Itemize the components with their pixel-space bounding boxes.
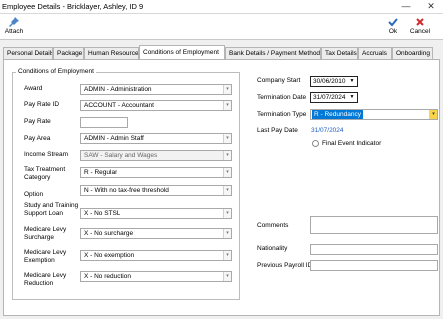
option-dropdown[interactable]: N - With no tax-free threshold ▾ — [80, 185, 232, 196]
minimize-button[interactable]: — — [394, 0, 418, 14]
award-dropdown[interactable]: ADMIN - Administration ▾ — [80, 84, 232, 95]
pay-area-label: Pay Area — [24, 135, 51, 142]
pay-area-value: ADMIN - Admin Staff — [84, 135, 144, 142]
tab-onboarding[interactable]: Onboarding — [392, 47, 433, 59]
option-value: N - With no tax-free threshold — [84, 187, 169, 194]
dropdown-arrow-icon: ▾ — [223, 209, 231, 218]
dropdown-arrow-icon: ▾ — [223, 251, 231, 260]
check-icon — [383, 16, 403, 28]
dropdown-arrow-icon: ▾ — [223, 229, 231, 238]
cancel-label: Cancel — [409, 28, 431, 35]
comments-input[interactable] — [310, 216, 438, 234]
termination-type-label: Termination Type — [257, 111, 307, 118]
dropdown-arrow-icon: ▾ — [429, 110, 437, 119]
income-stream-value: SAW - Salary and Wages — [84, 152, 158, 159]
income-stream-label: Income Stream — [24, 151, 69, 158]
termination-date-picker[interactable]: 31/07/2024 ▼ — [310, 92, 358, 103]
company-start-label: Company Start — [257, 77, 301, 84]
dropdown-arrow-icon: ▾ — [223, 151, 231, 160]
tax-treatment-label: Tax Treatment Category — [24, 166, 66, 181]
calendar-dropdown-icon: ▼ — [349, 94, 355, 100]
medicare-surcharge-value: X - No surcharge — [84, 230, 134, 237]
stsl-dropdown[interactable]: X - No STSL ▾ — [80, 208, 232, 219]
tax-treatment-value: R - Regular — [84, 169, 118, 176]
tab-package[interactable]: Package — [53, 47, 84, 59]
medicare-exemption-label: Medicare Levy Exemption — [24, 249, 67, 264]
nationality-label: Nationality — [257, 245, 288, 252]
pay-rate-input[interactable] — [80, 117, 128, 128]
comments-label: Comments — [257, 222, 289, 229]
stsl-label: Study and Training Support Loan — [24, 202, 79, 217]
termination-type-value: R - Redundancy — [312, 110, 363, 119]
close-x-icon — [407, 16, 433, 28]
medicare-exemption-value: X - No exemption — [84, 252, 135, 259]
pay-rate-label: Pay Rate — [24, 118, 51, 125]
tab-strip: Personal Details Package Human Resource … — [0, 45, 443, 59]
tab-conditions-of-employment[interactable]: Conditions of Employment — [139, 45, 225, 59]
dropdown-arrow-icon: ▾ — [223, 272, 231, 281]
tab-tax-details[interactable]: Tax Details — [321, 47, 358, 59]
dropdown-arrow-icon: ▾ — [223, 85, 231, 94]
nationality-input[interactable] — [310, 244, 438, 255]
tax-treatment-dropdown[interactable]: R - Regular ▾ — [80, 167, 232, 178]
pin-icon — [3, 16, 25, 28]
termination-date-label: Termination Date — [257, 94, 307, 101]
termination-type-dropdown[interactable]: R - Redundancy ▾ — [310, 109, 438, 120]
award-label: Award — [24, 85, 43, 92]
dropdown-arrow-icon: ▾ — [223, 134, 231, 143]
calendar-dropdown-icon: ▼ — [349, 78, 355, 84]
last-pay-date-label: Last Pay Date — [257, 127, 298, 134]
stsl-value: X - No STSL — [84, 210, 121, 217]
income-stream-dropdown: SAW - Salary and Wages ▾ — [80, 150, 232, 161]
previous-payroll-input[interactable] — [310, 260, 438, 271]
company-start-value: 30/06/2010 — [313, 78, 346, 85]
ok-button[interactable]: Ok — [383, 16, 403, 38]
tab-bank-details[interactable]: Bank Details / Payment Method — [225, 47, 321, 59]
final-event-label: Final Event Indicator — [322, 140, 382, 147]
dropdown-arrow-icon: ▾ — [223, 186, 231, 195]
pay-area-dropdown[interactable]: ADMIN - Admin Staff ▾ — [80, 133, 232, 144]
title-bar: Employee Details - Bricklayer, Ashley, I… — [0, 0, 443, 14]
termination-date-value: 31/07/2024 — [313, 94, 346, 101]
tab-accruals[interactable]: Accruals — [358, 47, 392, 59]
pay-rate-id-label: Pay Rate ID — [24, 101, 60, 108]
medicare-surcharge-dropdown[interactable]: X - No surcharge ▾ — [80, 228, 232, 239]
pay-rate-id-dropdown[interactable]: ACCOUNT - Accountant ▾ — [80, 100, 232, 111]
pay-rate-id-value: ACCOUNT - Accountant — [84, 102, 154, 109]
medicare-reduction-dropdown[interactable]: X - No reduction ▾ — [80, 271, 232, 282]
medicare-reduction-label: Medicare Levy Reduction — [24, 272, 67, 287]
conditions-group-title: Conditions of Employment — [16, 68, 96, 75]
option-label: Option — [24, 191, 44, 198]
medicare-exemption-dropdown[interactable]: X - No exemption ▾ — [80, 250, 232, 261]
window-title: Employee Details - Bricklayer, Ashley, I… — [2, 2, 144, 11]
toolbar: Attach Ok Cancel — [0, 14, 443, 40]
award-value: ADMIN - Administration — [84, 86, 152, 93]
company-start-date-picker[interactable]: 30/06/2010 ▼ — [310, 76, 358, 87]
ok-label: Ok — [388, 28, 398, 35]
medicare-surcharge-label: Medicare Levy Surcharge — [24, 226, 67, 241]
tab-human-resource[interactable]: Human Resource — [84, 47, 139, 59]
dropdown-arrow-icon: ▾ — [223, 168, 231, 177]
previous-payroll-label: Previous Payroll ID — [257, 262, 313, 269]
close-window-button[interactable]: ✕ — [419, 0, 443, 14]
last-pay-date-value: 31/07/2024 — [311, 127, 344, 134]
dropdown-arrow-icon: ▾ — [223, 101, 231, 110]
attach-button[interactable]: Attach — [3, 16, 25, 38]
attach-label: Attach — [4, 28, 24, 35]
tab-personal-details[interactable]: Personal Details — [3, 47, 53, 59]
cancel-button[interactable]: Cancel — [407, 16, 433, 38]
final-event-radio[interactable] — [312, 140, 319, 147]
medicare-reduction-value: X - No reduction — [84, 273, 131, 280]
